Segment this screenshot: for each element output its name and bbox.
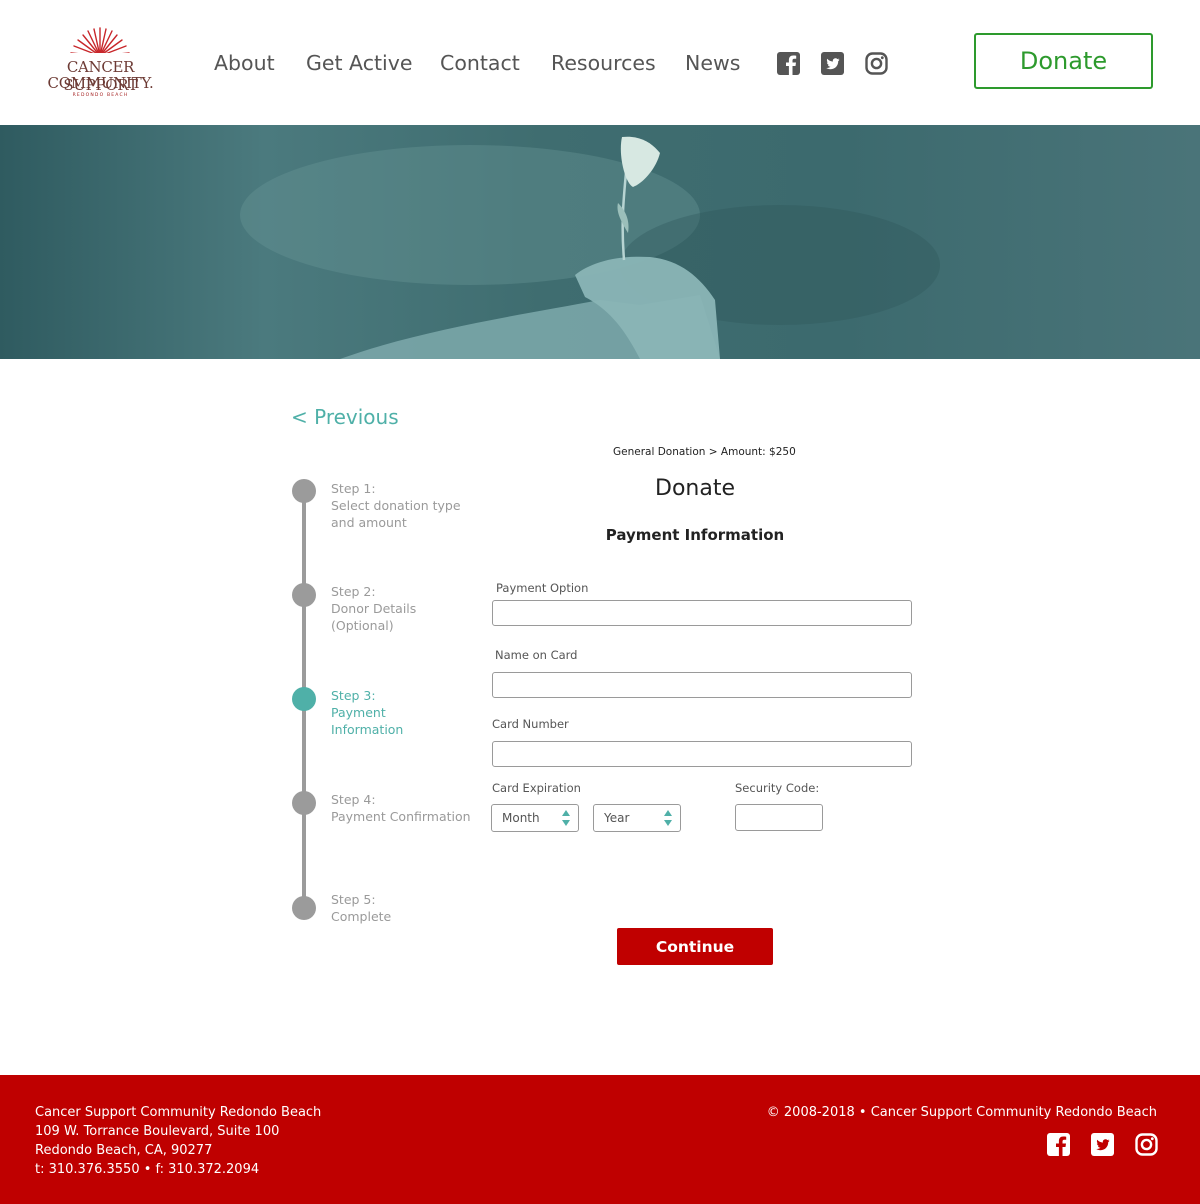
step-1-title: Step 1: xyxy=(331,481,376,496)
step-1-label: Step 1: Select donation type and amount xyxy=(331,480,461,531)
site-header: CANCER SUPPORT COMMUNITY. REDONDO BEACH … xyxy=(0,0,1200,125)
twitter-icon[interactable] xyxy=(821,52,844,75)
step-2-line1: Donor Details xyxy=(331,601,417,616)
step-2-dot xyxy=(292,583,316,607)
payment-option-input[interactable] xyxy=(492,600,912,626)
step-4-dot xyxy=(292,791,316,815)
step-3-line1: Payment xyxy=(331,705,386,720)
step-3-label: Step 3: Payment Information xyxy=(331,687,403,738)
step-4-title: Step 4: xyxy=(331,792,376,807)
step-1-line2: and amount xyxy=(331,515,407,530)
security-code-input[interactable] xyxy=(735,804,823,831)
card-number-input[interactable] xyxy=(492,741,912,767)
footer-phone-fax: t: 310.376.3550 • f: 310.372.2094 xyxy=(35,1162,260,1177)
hero-image xyxy=(0,125,1200,359)
step-1-dot xyxy=(292,479,316,503)
logo-text-line3: REDONDO BEACH xyxy=(72,93,129,98)
step-5-dot xyxy=(292,896,316,920)
step-2-title: Step 2: xyxy=(331,584,376,599)
step-5-line1: Complete xyxy=(331,909,392,924)
nav-news[interactable]: News xyxy=(685,51,740,75)
stepper-arrows-icon xyxy=(664,808,673,828)
step-5-title: Step 5: xyxy=(331,892,376,907)
footer-org-name: Cancer Support Community Redondo Beach xyxy=(35,1105,322,1120)
site-footer: Cancer Support Community Redondo Beach 1… xyxy=(0,1075,1200,1204)
step-3-line2: Information xyxy=(331,722,404,737)
card-number-label: Card Number xyxy=(492,717,569,731)
step-3-title: Step 3: xyxy=(331,688,376,703)
nav-contact[interactable]: Contact xyxy=(440,51,520,75)
step-5-label: Step 5: Complete xyxy=(331,891,391,925)
continue-button[interactable]: Continue xyxy=(617,928,773,965)
year-select-value: Year xyxy=(604,811,630,825)
previous-link[interactable]: < Previous xyxy=(291,405,399,429)
facebook-icon[interactable] xyxy=(777,52,800,75)
year-select[interactable]: Year xyxy=(593,804,681,832)
twitter-icon[interactable] xyxy=(1091,1133,1114,1156)
name-on-card-label: Name on Card xyxy=(495,648,578,662)
page-title: Donate xyxy=(655,476,735,501)
donate-button[interactable]: Donate xyxy=(974,33,1153,89)
hands-holding-flower-image xyxy=(240,136,940,359)
footer-address-line2: Redondo Beach, CA, 90277 xyxy=(35,1143,213,1158)
footer-copyright: © 2008-2018 • Cancer Support Community R… xyxy=(766,1105,1157,1120)
instagram-icon[interactable] xyxy=(865,52,888,75)
nav-get-active[interactable]: Get Active xyxy=(306,51,412,75)
step-4-label: Step 4: Payment Confirmation xyxy=(331,791,471,825)
name-on-card-input[interactable] xyxy=(492,672,912,698)
payment-option-label: Payment Option xyxy=(496,581,589,595)
step-4-line1: Payment Confirmation xyxy=(331,809,471,824)
section-heading: Payment Information xyxy=(605,526,785,544)
logo-text-line2: COMMUNITY. xyxy=(47,74,154,92)
security-code-label: Security Code: xyxy=(735,781,820,795)
sun-rays-icon xyxy=(68,27,132,58)
nav-about[interactable]: About xyxy=(214,51,275,75)
month-select-value: Month xyxy=(502,811,540,825)
step-2-line2: (Optional) xyxy=(331,618,394,633)
step-1-line1: Select donation type xyxy=(331,498,461,513)
instagram-icon[interactable] xyxy=(1135,1133,1158,1156)
month-select[interactable]: Month xyxy=(491,804,579,832)
nav-resources[interactable]: Resources xyxy=(551,51,656,75)
breadcrumb: General Donation > Amount: $250 xyxy=(613,446,796,458)
facebook-icon[interactable] xyxy=(1047,1133,1070,1156)
footer-address-line1: 109 W. Torrance Boulevard, Suite 100 xyxy=(35,1124,280,1139)
step-3-dot xyxy=(292,687,316,711)
card-expiration-label: Card Expiration xyxy=(492,781,581,795)
step-2-label: Step 2: Donor Details (Optional) xyxy=(331,583,416,634)
stepper-arrows-icon xyxy=(562,808,571,828)
logo[interactable]: CANCER SUPPORT COMMUNITY. REDONDO BEACH xyxy=(28,26,173,102)
